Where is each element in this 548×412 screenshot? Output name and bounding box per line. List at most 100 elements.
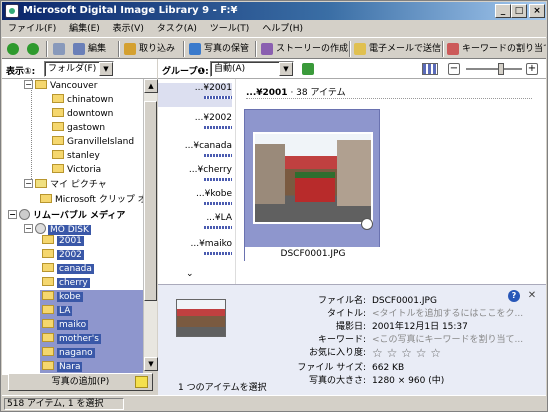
menu-edit[interactable]: 編集(E) [63,21,104,36]
tree-item-maiko[interactable]: maiko [42,319,89,332]
tree-item-vancouver[interactable]: − Vancouver [24,80,97,93]
back-button[interactable] [6,41,20,57]
photo-thumbnail[interactable] [253,132,373,224]
story-icon [261,43,273,55]
zoom-slider-thumb[interactable] [498,63,504,75]
info-row-filename: ファイル名: DSCF0001.JPG [254,295,544,307]
zoom-slider-track[interactable] [466,68,522,70]
title-field[interactable]: <タイトルを追加するにはここをク... [372,308,523,320]
maximize-button[interactable]: □ [511,4,527,18]
tree-item-2002[interactable]: 2002 [42,249,84,262]
group-list: ...¥2001 ...¥2002 ...¥canada ...¥cherry … [158,79,236,284]
view-mode-icon[interactable] [422,63,438,75]
tree-item-my-pictures[interactable]: − マイ ピクチャ [24,179,107,192]
tree-label: LA [57,306,73,316]
add-photo-button[interactable]: 写真の追加(P) [8,373,153,391]
zoom-out-icon[interactable]: − [448,63,460,75]
tree-item-ms-clip[interactable]: Microsoft クリップ オ [40,194,143,207]
folder-icon [52,122,64,131]
menu-view[interactable]: 表示(V) [107,21,148,36]
view-label: 表示①: [6,67,36,77]
tree-item-chinatown[interactable]: chinatown [52,94,113,107]
edit-button[interactable]: 編集 [72,41,106,57]
email-label: 電子メールで送信 [369,44,442,54]
tree-item-canada[interactable]: canada [42,263,94,276]
tree-label: nagano [57,348,95,358]
app-icon [5,4,19,18]
tree-label: Microsoft クリップ オ [55,195,143,205]
info-row-dimensions: 写真の大きさ: 1280 × 960 (中) [254,375,544,387]
rating-stars[interactable]: ☆ ☆ ☆ ☆ ☆ [372,347,441,360]
tree-item-la[interactable]: LA [42,305,73,318]
minimize-button[interactable]: _ [495,4,511,18]
group-item-maiko[interactable]: ...¥maiko [158,239,232,255]
scroll-thumb[interactable] [144,101,157,301]
group-label: ...¥2002 [194,113,232,123]
menu-task[interactable]: タスク(A) [151,21,201,36]
tree-item-cherry[interactable]: cherry [42,277,90,290]
tree-item-mothers[interactable]: mother's [42,333,101,346]
keyword-icon [447,43,459,55]
folder-tree[interactable]: − Vancouver chinatown downtown gastown Gr… [2,79,143,375]
scanner-button[interactable] [52,41,66,57]
group-bar [204,226,232,229]
tree-label: 2001 [57,236,84,246]
group-item-kobe[interactable]: ...¥kobe [158,189,232,205]
tree-item-gastown[interactable]: gastown [52,122,105,135]
group-item-cherry[interactable]: ...¥cherry [158,165,232,181]
view-dropdown[interactable]: フォルダ(F) ▼ [44,61,114,77]
tree-item-removable-media[interactable]: − リムーバブル メディア [8,209,125,222]
info-row-keyword[interactable]: キーワード: <この写真にキーワードを割り当て... [254,334,544,346]
folder-icon [42,249,54,258]
title-bar[interactable]: Microsoft Digital Image Library 9 - F:¥ … [2,2,546,20]
zoom-in-icon[interactable]: + [526,63,538,75]
archive-button[interactable]: 写真の保管 [188,41,249,57]
group-item-2002[interactable]: ...¥2002 [158,113,232,129]
group-bar [204,202,232,205]
group-item-canada[interactable]: ...¥canada [158,141,232,157]
folder-icon [42,333,54,342]
keyword-button[interactable]: キーワードの割り当て [446,41,546,57]
chevron-down-icon: ▼ [99,62,113,76]
tree-item-downtown[interactable]: downtown [52,108,113,121]
menu-tools[interactable]: ツール(T) [204,21,254,36]
group-item-2001[interactable]: ...¥2001 [158,83,232,107]
scroll-up-button[interactable]: ▲ [144,79,158,93]
tree-item-granvilleisland[interactable]: GranvilleIsland [52,136,134,149]
story-button[interactable]: ストーリーの作成 [260,41,348,57]
tree-item-kobe[interactable]: kobe [42,291,83,304]
scroll-down-button[interactable]: ▼ [144,357,158,371]
rotate-icon[interactable] [361,218,373,230]
group-bar [204,178,232,181]
folder-pane: 表示①: フォルダ(F) ▼ − Vancouver chinatown down… [2,59,158,395]
tree-item-victoria[interactable]: Victoria [52,164,101,177]
group-item-la[interactable]: ...¥LA [158,213,232,229]
import-button[interactable]: 取り込み [123,41,175,57]
scanner-icon [53,43,65,55]
info-row-title[interactable]: タイトル: <タイトルを追加するにはここをク... [254,308,544,320]
thumbnail-filename: DSCF0001.JPG [245,247,381,261]
chevron-down-icon[interactable]: ⌄ [186,269,194,279]
close-button[interactable]: × [529,4,545,18]
keyword-field[interactable]: <この写真にキーワードを割り当て... [372,334,523,346]
edit-icon [73,43,85,55]
import-icon [124,43,136,55]
group-selector-bar: グループ❶: 自動(A) ▼ − + [158,59,546,79]
refresh-icon[interactable] [302,63,314,75]
tree-label: Victoria [67,165,102,175]
tree-item-nagano[interactable]: nagano [42,347,95,360]
forward-arrow-icon [27,43,39,55]
email-button[interactable]: 電子メールで送信 [353,41,441,57]
folder-icon [42,319,54,328]
menu-help[interactable]: ヘルプ(H) [256,21,307,36]
thumbnail-item[interactable]: DSCF0001.JPG [244,109,381,261]
tree-item-stanley[interactable]: stanley [52,150,100,163]
forward-button[interactable] [26,41,40,57]
folder-scrollbar[interactable]: ▲ ▼ [143,79,158,371]
menu-file[interactable]: ファイル(F) [2,21,60,36]
back-arrow-icon [7,43,19,55]
tree-item-2001[interactable]: 2001 [42,235,84,248]
group-label: ...¥2001 [194,83,232,93]
add-photo-icon [135,376,148,388]
group-dropdown[interactable]: 自動(A) ▼ [210,61,294,77]
